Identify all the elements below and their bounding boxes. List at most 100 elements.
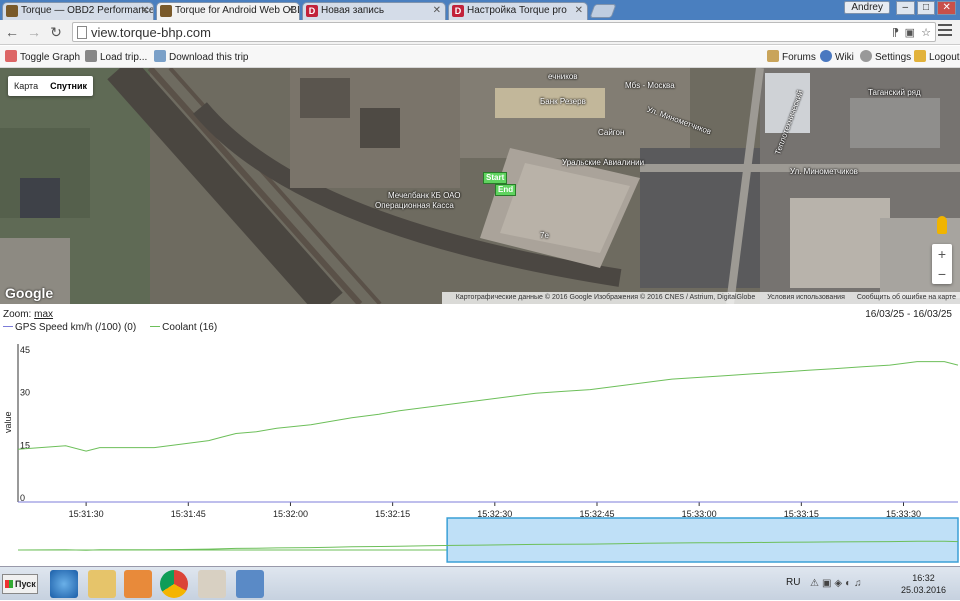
start-button[interactable]: Пуск — [2, 574, 38, 594]
settings-label: Settings — [875, 52, 912, 63]
new-tab-button[interactable] — [589, 4, 617, 18]
street-view-pegman-icon[interactable] — [937, 216, 947, 234]
x-tick-label: 15:32:00 — [273, 509, 308, 519]
toggle-graph-button[interactable]: Toggle Graph — [5, 50, 80, 63]
windows-taskbar: Пуск RU ⚠▣◈◐♫ 16:32 25.03.2016 — [0, 566, 960, 600]
gear-icon — [860, 50, 872, 62]
system-tray: RU ⚠▣◈◐♫ 16:32 25.03.2016 — [780, 567, 960, 601]
tab-nastroyka-torque[interactable]: D Настройка Torque pro ✕ — [448, 2, 588, 20]
page-icon — [77, 26, 87, 39]
map-label-mechelbank: Мечелбанк КБ ОАО — [388, 191, 461, 200]
tray-icons[interactable]: ⚠▣◈◐♫ — [810, 578, 865, 589]
hamburger-menu-icon[interactable] — [938, 24, 952, 38]
satellite-map[interactable]: Карта Спутник ечников Мбs - Москва Банк … — [0, 68, 960, 304]
google-logo: Google — [5, 285, 54, 301]
explorer-folder-icon[interactable] — [88, 570, 116, 598]
download-trip-button[interactable]: Download this trip — [154, 50, 248, 63]
tab-novaya-zapis[interactable]: D Новая запись ✕ — [302, 2, 446, 20]
clock-date: 25.03.2016 — [900, 585, 946, 595]
lock-icon — [914, 50, 926, 62]
user-profile-button[interactable]: Andrey — [844, 1, 890, 14]
end-marker[interactable]: End — [495, 184, 517, 196]
y-tick-label: 30 — [20, 388, 30, 398]
app-toolbar: Toggle Graph Load trip... Download this … — [0, 46, 960, 68]
line-chart[interactable]: 0153045value15:31:30 15:31:45 15:32:00 15:3… — [0, 336, 960, 566]
minimize-icon[interactable]: – — [896, 1, 915, 15]
logout-label: Logout — [929, 52, 960, 63]
x-tick-label: 15:31:45 — [171, 509, 206, 519]
y-axis-label: value — [3, 411, 13, 433]
tab-label: Настройка Torque pro — [467, 5, 567, 16]
map-type-satellite-button[interactable]: Спутник — [44, 76, 93, 96]
map-imagery — [0, 68, 960, 304]
download-trip-label: Download this trip — [169, 52, 249, 63]
window-controls: – □ ✕ — [896, 1, 957, 15]
tab-torque-obd2[interactable]: Torque — OBD2 Performance ✕ — [2, 2, 154, 20]
close-tab-icon[interactable]: ✕ — [433, 3, 441, 19]
language-indicator[interactable]: RU — [786, 577, 800, 588]
wiki-label: Wiki — [835, 52, 854, 63]
torque-favicon-icon — [6, 5, 18, 17]
clock[interactable]: 16:32 25.03.2016 — [901, 572, 946, 596]
url-input[interactable]: view.torque-bhp.com ⁋ ▣ ☆ — [72, 22, 936, 42]
map-type-control: Карта Спутник — [8, 76, 94, 96]
date-range: 16/03/25 - 16/03/25 — [865, 309, 952, 320]
map-label-minometchikov-2: Ул. Минометчиков — [790, 167, 858, 176]
close-tab-icon[interactable]: ✕ — [287, 3, 295, 19]
load-trip-label: Load trip... — [100, 52, 148, 63]
y-tick-label: 45 — [20, 345, 30, 355]
legend-label: GPS Speed km/h (/100) (0) — [15, 322, 137, 333]
map-label-street: ечников — [548, 72, 578, 81]
drive2-favicon-icon: D — [306, 5, 318, 17]
tab-torque-web[interactable]: Torque for Android Web OBD ✕ — [156, 2, 300, 20]
extension-icon[interactable]: ⁋ — [892, 26, 899, 39]
close-tab-icon[interactable]: ✕ — [141, 3, 149, 19]
map-attribution-text: Картографические данные © 2016 Google Из… — [455, 294, 756, 301]
logout-link[interactable]: Logout — [914, 50, 960, 63]
map-label-taganskiy: Таганский ряд — [868, 88, 921, 97]
x-tick-label: 15:32:15 — [375, 509, 410, 519]
forums-label: Forums — [782, 52, 816, 63]
translate-icon[interactable]: ▣ — [905, 26, 915, 39]
legend-swatch — [150, 326, 161, 327]
car-icon — [85, 50, 97, 62]
x-tick-label: 15:31:30 — [69, 509, 104, 519]
legend-item-gps-speed[interactable]: GPS Speed km/h (/100) (0) — [3, 322, 136, 333]
map-type-map-button[interactable]: Карта — [8, 76, 44, 96]
forums-link[interactable]: Forums — [767, 50, 816, 63]
maximize-icon[interactable]: □ — [916, 1, 936, 15]
legend-label: Coolant (16) — [162, 322, 218, 333]
internet-explorer-icon[interactable] — [50, 570, 78, 598]
report-error-link[interactable]: Сообщить об ошибке на карте — [857, 294, 956, 301]
address-bar: ← → ↻ view.torque-bhp.com ⁋ ▣ ☆ — [0, 20, 960, 45]
media-player-icon[interactable] — [124, 570, 152, 598]
terms-link[interactable]: Условия использования — [767, 294, 845, 301]
bookmark-star-icon[interactable]: ☆ — [921, 26, 931, 39]
toggle-graph-label: Toggle Graph — [20, 52, 81, 63]
close-window-icon[interactable]: ✕ — [937, 1, 957, 15]
back-arrow-icon[interactable]: ← — [4, 24, 20, 40]
map-label-bank-rezerv: Банк Резерв — [540, 97, 586, 106]
start-marker[interactable]: Start — [483, 172, 508, 184]
image-viewer-icon[interactable] — [236, 570, 264, 598]
forward-arrow-icon[interactable]: → — [26, 24, 42, 40]
legend-swatch — [3, 326, 13, 327]
zoom-out-button[interactable]: − — [932, 264, 952, 284]
map-label-uralskie: Уральские Авиалинии — [562, 158, 645, 167]
zoom-label: Zoom: — [3, 309, 32, 320]
zoom-in-button[interactable]: + — [932, 244, 952, 264]
map-label-mbs: Мбs - Москва — [625, 81, 675, 90]
legend-item-coolant[interactable]: Coolant (16) — [150, 322, 217, 333]
tab-label: Torque for Android Web OBD — [175, 5, 300, 16]
paint-icon[interactable] — [198, 570, 226, 598]
settings-link[interactable]: Settings — [860, 50, 911, 63]
graph-icon — [5, 50, 17, 62]
wiki-link[interactable]: Wiki — [820, 50, 854, 63]
tab-label: Новая запись — [321, 5, 385, 16]
close-tab-icon[interactable]: ✕ — [575, 3, 583, 19]
chrome-icon[interactable] — [160, 570, 188, 598]
load-trip-button[interactable]: Load trip... — [85, 50, 147, 63]
map-label-saigon: Сайгон — [598, 128, 625, 137]
reload-icon[interactable]: ↻ — [48, 24, 64, 40]
zoom-max-link[interactable]: max — [34, 309, 53, 320]
